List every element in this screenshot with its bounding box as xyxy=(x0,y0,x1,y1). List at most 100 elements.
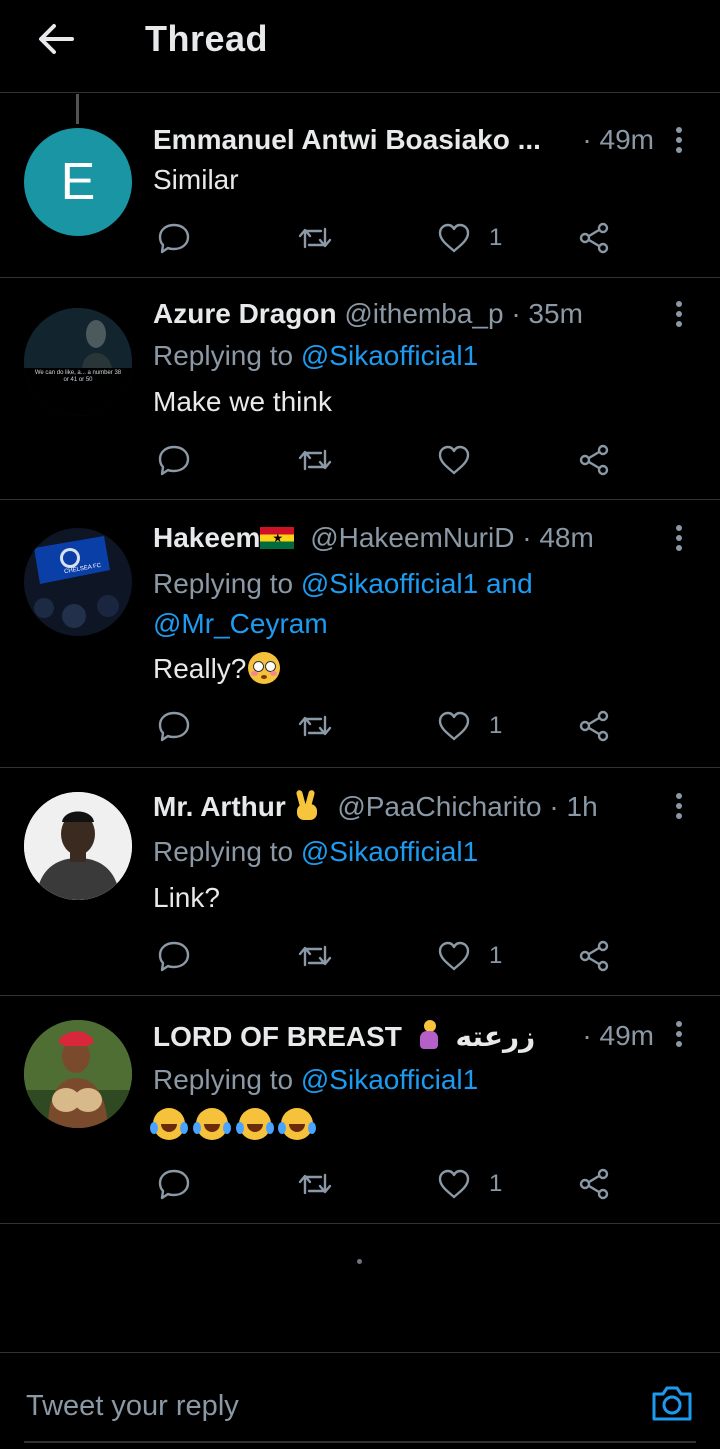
mention-link[interactable]: @Sikaofficial1 xyxy=(301,340,478,371)
display-name[interactable]: LORD OF BREAST xyxy=(153,1021,402,1052)
display-name[interactable]: Hakeem xyxy=(153,522,260,553)
mention-link[interactable]: @Sikaofficial1 xyxy=(301,568,478,599)
like-button[interactable]: 1 xyxy=(437,706,502,746)
reply-button[interactable] xyxy=(157,440,191,480)
replying-and-label: and xyxy=(478,568,533,599)
share-icon xyxy=(579,444,609,476)
camera-icon xyxy=(652,1386,692,1421)
retweet-button[interactable] xyxy=(297,936,333,976)
retweet-icon xyxy=(298,715,332,737)
share-icon xyxy=(579,710,609,742)
avatar[interactable]: We can do like, a... a number 38 or 41 o… xyxy=(24,308,132,416)
victory-hand-emoji xyxy=(294,790,320,820)
flushed-face-emoji xyxy=(248,652,281,684)
display-name[interactable]: Azure Dragon xyxy=(153,298,337,329)
tweet-time: · 49m xyxy=(582,1020,654,1051)
reply-input[interactable] xyxy=(24,1383,588,1429)
like-button[interactable] xyxy=(437,440,471,480)
more-options-button[interactable] xyxy=(668,790,690,826)
more-options-button[interactable] xyxy=(668,124,690,160)
like-count: 1 xyxy=(489,1170,503,1197)
comment-icon xyxy=(158,445,190,476)
retweet-icon xyxy=(298,227,332,249)
share-button[interactable] xyxy=(577,440,611,480)
tweet[interactable]: E Emmanuel Antwi Boasiako ... · 49m Simi… xyxy=(0,94,720,278)
replying-to: Replying to @Sikaofficial1 xyxy=(153,336,478,376)
loading-indicator xyxy=(357,1259,362,1264)
tweet-time: · 35m xyxy=(511,298,583,329)
share-button[interactable] xyxy=(577,706,611,746)
laughing-emoji xyxy=(150,1108,188,1140)
reply-divider xyxy=(24,1441,696,1443)
like-button[interactable]: 1 xyxy=(437,218,502,258)
tweet-time: · 1h xyxy=(549,791,598,822)
user-handle[interactable]: @HakeemNuriD xyxy=(310,522,514,553)
retweet-button[interactable] xyxy=(297,1164,333,1204)
tweet-actions: 1 xyxy=(153,936,633,976)
reply-button[interactable] xyxy=(157,1164,191,1204)
tweet-header: Hakeem ★ @HakeemNuriD · 48m xyxy=(153,522,654,554)
avatar[interactable]: CHELSEA FC xyxy=(24,528,132,636)
share-icon xyxy=(579,940,609,972)
tweet-actions: 1 xyxy=(153,1164,633,1204)
comment-icon xyxy=(158,1169,190,1200)
tweet-time: · 48m xyxy=(522,522,594,553)
tweet[interactable]: Mr. Arthur @PaaChicharito · 1h Replying … xyxy=(0,768,720,996)
more-vertical-icon xyxy=(676,127,682,153)
retweet-icon xyxy=(298,449,332,471)
reply-button[interactable] xyxy=(157,706,191,746)
tweet-time: · 49m xyxy=(582,124,654,155)
comment-icon xyxy=(158,711,190,742)
heart-icon xyxy=(438,445,470,475)
tweet[interactable]: CHELSEA FC Hakeem ★ @HakeemNuriD · 48m Re… xyxy=(0,500,720,768)
share-button[interactable] xyxy=(577,1164,611,1204)
comment-icon xyxy=(158,941,190,972)
more-options-button[interactable] xyxy=(668,522,690,558)
user-handle[interactable]: @ithemba_p xyxy=(344,298,503,329)
tweet-text xyxy=(150,1108,317,1144)
tweet[interactable]: We can do like, a... a number 38 or 41 o… xyxy=(0,278,720,500)
retweet-button[interactable] xyxy=(297,706,333,746)
tweet-text-body: Really? xyxy=(153,653,247,684)
retweet-button[interactable] xyxy=(297,440,333,480)
mention-link[interactable]: @Mr_Ceyram xyxy=(153,608,328,639)
share-button[interactable] xyxy=(577,936,611,976)
camera-button[interactable] xyxy=(650,1383,694,1423)
avatar[interactable] xyxy=(24,1020,132,1128)
reply-button[interactable] xyxy=(157,936,191,976)
retweet-button[interactable] xyxy=(297,218,333,258)
like-button[interactable]: 1 xyxy=(437,1164,502,1204)
avatar[interactable] xyxy=(24,792,132,900)
display-name[interactable]: Emmanuel Antwi Boasiako ... xyxy=(153,124,541,155)
reply-button[interactable] xyxy=(157,218,191,258)
page-title: Thread xyxy=(145,18,269,59)
like-button[interactable]: 1 xyxy=(437,936,502,976)
display-name-suffix: زرعته ... xyxy=(455,1021,540,1052)
mention-link[interactable]: @Sikaofficial1 xyxy=(301,836,478,867)
mention-link[interactable]: @Sikaofficial1 xyxy=(301,1064,478,1095)
share-button[interactable] xyxy=(577,218,611,258)
back-button[interactable] xyxy=(32,18,80,60)
tweet-text: Link? xyxy=(153,882,220,913)
replying-to: Replying to @Sikaofficial1 and @Mr_Ceyra… xyxy=(153,564,533,644)
avatar[interactable]: E xyxy=(24,128,132,236)
share-icon xyxy=(579,222,609,254)
avatar-caption: We can do like, a... a number 38 or 41 o… xyxy=(34,370,122,383)
replying-to-label: Replying to xyxy=(153,568,301,599)
top-app-bar: Thread xyxy=(0,0,720,93)
more-options-button[interactable] xyxy=(668,1018,690,1054)
more-options-button[interactable] xyxy=(668,298,690,334)
replying-to-label: Replying to xyxy=(153,340,301,371)
display-name[interactable]: Mr. Arthur xyxy=(153,791,286,822)
tweet-header: Azure Dragon @ithemba_p · 35m xyxy=(153,298,654,330)
replying-to: Replying to @Sikaofficial1 xyxy=(153,832,478,872)
avatar-image xyxy=(24,792,132,900)
arrow-left-icon xyxy=(39,24,74,54)
replying-to: Replying to @Sikaofficial1 xyxy=(153,1060,478,1100)
tweet-text: Really? xyxy=(153,652,281,685)
more-vertical-icon xyxy=(676,793,682,819)
reply-composer xyxy=(0,1352,720,1449)
tweet[interactable]: LORD OF BREAST زرعته ... · 49m Replying … xyxy=(0,996,720,1224)
user-handle[interactable]: @PaaChicharito xyxy=(337,791,541,822)
heart-icon xyxy=(438,223,470,253)
